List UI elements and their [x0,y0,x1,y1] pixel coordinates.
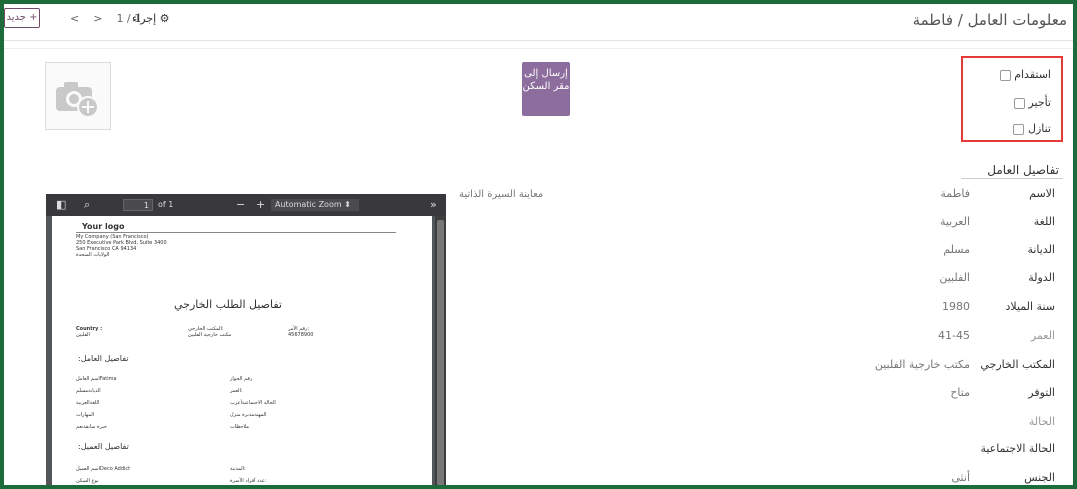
cv-preview-label: معاينة السيرة الذاتية [459,189,544,200]
field-value[interactable]: فاطمة [940,187,970,200]
doc-client-field: عدد أفراد الأسرة: [230,478,267,484]
pdf-page: Your logo My Company (San Francisco) 250… [52,216,432,485]
checkbox-icon[interactable] [999,69,1011,81]
tools-menu-icon[interactable]: » [430,198,437,211]
doc-client-section-title: تفاصيل العميل: [78,442,129,451]
field-value[interactable]: أنثى [951,471,970,484]
doc-worker-field: الحالة الاجتماعيةأعزب [230,400,276,406]
zoom-select[interactable]: Automatic Zoom ⬍ [271,199,359,211]
field-row-religion: الديانة مسلم [915,243,1055,263]
field-row-availability: التوفر متاح [915,386,1055,406]
section-title: تفاصيل العامل [987,163,1059,177]
zoom-select-value: Automatic Zoom [275,200,342,209]
doc-client-field: المدينة: [230,466,246,472]
pdf-scrollbar[interactable] [435,216,446,485]
section-divider [961,178,1063,179]
doc-logo: Your logo [82,222,125,231]
breadcrumb: معلومات العامل / فاطمة [912,11,1067,29]
field-value[interactable]: الفلبين [939,271,970,284]
control-panel: + جديد < > 1 / 1 ⚙ إجراء معلومات العامل … [4,4,1073,41]
field-value[interactable]: متاح [950,386,970,399]
field-row-country: الدولة الفلبين [915,271,1055,291]
field-label: العمر [1030,329,1055,342]
doc-worker-section-title: تفاصيل العامل: [78,354,129,363]
field-label: الجنس [1024,471,1055,484]
doc-order-value: 45678900 [288,332,314,338]
field-row-status: الحالة [915,415,1055,435]
divider [4,48,1073,49]
doc-title: تفاصيل الطلب الخارجي [174,298,282,311]
doc-worker-field: العمر: [230,388,243,394]
field-label: الحالة الاجتماعية [980,442,1055,455]
doc-worker-field: اسم العاملFatima [76,376,117,382]
checkbox-label: تنازل [1027,122,1051,135]
field-row-name: الاسم فاطمة [915,187,1055,207]
pdf-toolbar: ◧ ⌕ 1 of 1 − + Automatic Zoom ⬍ » [46,194,446,216]
chevron-updown-icon: ⬍ [344,200,351,209]
pdf-viewer: ◧ ⌕ 1 of 1 − + Automatic Zoom ⬍ » Your l… [46,194,446,485]
field-value[interactable]: 41-45 [938,329,970,342]
sidebar-toggle-icon[interactable]: ◧ [56,198,66,211]
camera-add-icon [56,82,99,118]
field-label: سنة الميلاد [1005,300,1055,313]
checkbox-label: تأجير [1028,96,1051,109]
field-row-gender: الجنس أنثى [915,471,1055,485]
new-button[interactable]: + جديد [4,8,40,28]
doc-worker-field: رقم الجواز [230,376,253,382]
field-label: الحالة [1028,415,1055,428]
field-value[interactable]: العربية [940,215,970,228]
field-value[interactable]: 1980 [942,300,970,313]
doc-worker-field: المهنةمدبرة منزل [230,412,267,418]
doc-country-value: الفلبين [76,332,90,338]
checkbox-icon[interactable] [1013,97,1025,109]
field-label: الدولة [1028,271,1055,284]
doc-worker-field: المهارات [76,412,95,418]
page-count: of 1 [158,200,174,209]
zoom-out-icon[interactable]: − [236,198,245,211]
field-row-age: العمر 41-45 [915,329,1055,349]
field-value[interactable]: مسلم [943,243,970,256]
checkbox-recruitment[interactable]: استقدام [980,68,1051,81]
pager: < > 1 / 1 [70,12,141,25]
checkbox-rental[interactable]: تأجير [994,96,1051,109]
doc-worker-field: خبرة سابقةنعم [76,424,108,430]
page-number-input[interactable]: 1 [123,199,153,211]
doc-client-field: اسم العميلDeco Addict [76,466,131,472]
doc-worker-field: ملاحظات [230,424,250,430]
field-label: المكتب الخارجي [980,358,1055,371]
send-to-housing-button[interactable]: إرسال إلى مقر السكن [522,62,570,116]
doc-client-field: نوع السكن [76,478,99,484]
field-row-foreign-office: المكتب الخارجي مكتب خارجية الفلبين [875,358,1055,378]
pager-next-button[interactable]: > [93,12,102,25]
zoom-in-icon[interactable]: + [256,198,265,211]
app-frame: + جديد < > 1 / 1 ⚙ إجراء معلومات العامل … [0,0,1077,489]
service-type-checkboxes: استقدام تأجير تنازل [961,56,1063,142]
doc-worker-field: الديانةمسلم [76,388,101,394]
doc-worker-field: اللغةالعربية [76,400,100,406]
pdf-scrollbar-thumb[interactable] [437,220,444,485]
doc-header-rule [76,232,396,233]
doc-office-value: مكتب خارجية الفلبين [188,332,232,338]
field-row-language: اللغة العربية [915,215,1055,235]
field-row-birth-year: سنة الميلاد 1980 [915,300,1055,320]
field-label: الاسم [1029,187,1055,200]
field-row-marital-status: الحالة الاجتماعية [915,442,1055,462]
field-label: اللغة [1033,215,1055,228]
checkbox-label: استقدام [1014,68,1051,81]
checkbox-transfer[interactable]: تنازل [993,122,1051,135]
field-value[interactable]: مكتب خارجية الفلبين [875,358,970,371]
doc-company-line: الولايات المتحدة [76,252,110,258]
pager-prev-button[interactable]: < [70,12,79,25]
search-icon[interactable]: ⌕ [84,198,90,212]
field-label: التوفر [1028,386,1055,399]
action-menu-button[interactable]: ⚙ إجراء [132,12,170,25]
field-label: الديانة [1027,243,1055,256]
avatar-upload[interactable] [45,62,111,130]
checkbox-icon[interactable] [1013,123,1025,135]
